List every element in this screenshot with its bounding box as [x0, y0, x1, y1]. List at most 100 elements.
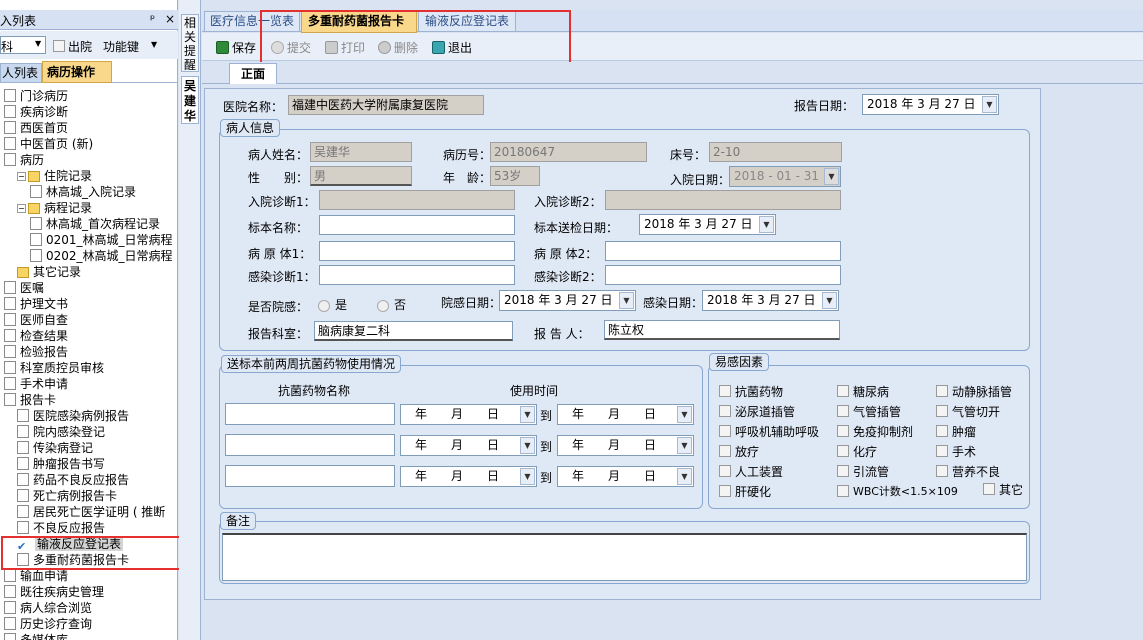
- tree-item[interactable]: 医嘱: [4, 280, 44, 296]
- risk-factor-checkbox[interactable]: [837, 405, 849, 417]
- tree-item[interactable]: 手术申请: [4, 376, 68, 392]
- specimen-field[interactable]: [319, 215, 515, 235]
- tree-item[interactable]: 不良反应报告: [17, 520, 105, 536]
- expander-icon[interactable]: −: [17, 172, 26, 181]
- tree-item[interactable]: 其它记录: [17, 264, 81, 280]
- hospital-infect-yes-radio[interactable]: 是: [318, 296, 347, 313]
- tab-record-ops[interactable]: 病历操作: [42, 61, 112, 83]
- risk-factor-checkbox[interactable]: [837, 465, 849, 477]
- tree-item[interactable]: − 病程记录: [17, 200, 92, 216]
- age-field[interactable]: 53岁: [490, 166, 540, 186]
- tree-item[interactable]: 林高城_入院记录: [30, 184, 136, 200]
- admit-date-picker[interactable]: 2018 - 01 - 31 ▼: [729, 166, 841, 187]
- tree-item[interactable]: 传染病登记: [17, 440, 93, 456]
- risk-factor-checkbox[interactable]: [837, 425, 849, 437]
- tree-item[interactable]: 0202_林高城_日常病程: [30, 248, 173, 264]
- bed-label: 床号：: [670, 148, 707, 162]
- close-icon[interactable]: ×: [165, 12, 175, 26]
- tree-item[interactable]: 林高城_首次病程记录: [30, 216, 160, 232]
- antibiotic-name-field[interactable]: [225, 403, 395, 425]
- usage-start-date-picker[interactable]: 年 月 日 ▼: [400, 466, 537, 487]
- tree-item[interactable]: − 住院记录: [17, 168, 92, 184]
- risk-factor-checkbox[interactable]: [837, 445, 849, 457]
- usage-end-date-picker[interactable]: 年 月 日 ▼: [557, 404, 694, 425]
- pathogen1-field[interactable]: [319, 241, 515, 261]
- tree-item[interactable]: 死亡病例报告卡: [17, 488, 117, 504]
- infect-diag1-field[interactable]: [319, 265, 515, 285]
- usage-end-date-picker[interactable]: 年 月 日 ▼: [557, 466, 694, 487]
- patient-name-field[interactable]: 吴建华: [310, 142, 412, 162]
- risk-factor-checkbox[interactable]: [719, 465, 731, 477]
- document-icon: [4, 329, 16, 342]
- hosp-infect-date-picker[interactable]: 2018 年 3 月 27 日 ▼: [499, 290, 636, 311]
- risk-factor-checkbox[interactable]: [936, 425, 948, 437]
- risk-factor-label: 肝硬化: [735, 485, 772, 499]
- reporter-field[interactable]: 陈立权: [604, 320, 840, 340]
- tree-item[interactable]: 输血申请: [4, 568, 68, 584]
- expander-icon[interactable]: −: [17, 204, 26, 213]
- tree-item[interactable]: 护理文书: [4, 296, 68, 312]
- side-tab-reminders[interactable]: 相关提醒: [181, 14, 199, 72]
- dept-field[interactable]: 脑病康复二科: [314, 321, 513, 341]
- risk-factor-checkbox[interactable]: [936, 405, 948, 417]
- save-button[interactable]: 保存: [216, 39, 256, 56]
- antibiotic-name-field[interactable]: [225, 465, 395, 487]
- report-date-picker[interactable]: 2018 年 3 月 27 日 ▼: [862, 94, 999, 115]
- record-no-field[interactable]: 20180647: [490, 142, 647, 162]
- chevron-down-icon: ▼: [677, 406, 692, 423]
- tree-item[interactable]: 检查结果: [4, 328, 68, 344]
- tree-item[interactable]: 医院感染病例报告: [17, 408, 129, 424]
- tree-item[interactable]: 报告卡: [4, 392, 56, 408]
- risk-factor-checkbox[interactable]: [719, 485, 731, 497]
- risk-factor-checkbox[interactable]: [837, 485, 849, 497]
- tree-item[interactable]: 居民死亡医学证明 ( 推断: [17, 504, 165, 520]
- tree-item[interactable]: 西医首页: [4, 120, 68, 136]
- tree-item[interactable]: 医师自查: [4, 312, 68, 328]
- risk-factor-checkbox[interactable]: [719, 405, 731, 417]
- tree-item[interactable]: 病历: [4, 152, 44, 168]
- risk-factor-checkbox[interactable]: [936, 465, 948, 477]
- tab-patient-list[interactable]: 人列表: [0, 63, 42, 83]
- bed-field[interactable]: 2-10: [709, 142, 842, 162]
- tree-item[interactable]: 疾病诊断: [4, 104, 68, 120]
- infect-date-picker[interactable]: 2018 年 3 月 27 日 ▼: [702, 290, 839, 311]
- admit-diag1-field[interactable]: [319, 190, 515, 210]
- usage-start-date-picker[interactable]: 年 月 日 ▼: [400, 435, 537, 456]
- risk-factor-checkbox[interactable]: [936, 385, 948, 397]
- tree-item[interactable]: 院内感染登记: [17, 424, 105, 440]
- hospital-infect-no-radio[interactable]: 否: [377, 296, 406, 313]
- tree-item[interactable]: 多媒体库: [4, 632, 68, 640]
- risk-factor-checkbox[interactable]: [936, 445, 948, 457]
- pin-icon[interactable]: ᵖ: [150, 12, 155, 26]
- tree-item[interactable]: 药品不良反应报告: [17, 472, 129, 488]
- tree-item[interactable]: 中医首页 (新): [4, 136, 93, 152]
- tree-item[interactable]: 病人综合浏览: [4, 600, 92, 616]
- side-tab-patient[interactable]: 吴建华: [181, 76, 199, 124]
- tree-item[interactable]: 既往疾病史管理: [4, 584, 104, 600]
- tab-front-page[interactable]: 正面: [229, 63, 277, 84]
- tree-item[interactable]: 检验报告: [4, 344, 68, 360]
- risk-factor-checkbox[interactable]: [719, 385, 731, 397]
- discharge-checkbox[interactable]: [53, 40, 65, 52]
- tree-item[interactable]: 肿瘤报告书写: [17, 456, 105, 472]
- sex-field[interactable]: 男: [310, 166, 412, 186]
- remarks-textarea[interactable]: [222, 533, 1027, 581]
- hospital-name-field[interactable]: 福建中医药大学附属康复医院: [288, 95, 484, 115]
- usage-end-date-picker[interactable]: 年 月 日 ▼: [557, 435, 694, 456]
- admit-diag2-field[interactable]: [605, 190, 841, 210]
- function-key-button[interactable]: 功能键: [103, 38, 139, 55]
- risk-factor-checkbox[interactable]: [983, 483, 995, 495]
- tree-item[interactable]: 0201_林高城_日常病程: [30, 232, 173, 248]
- tree-item[interactable]: 门诊病历: [4, 88, 68, 104]
- pathogen2-field[interactable]: [605, 241, 841, 261]
- antibiotic-name-field[interactable]: [225, 434, 395, 456]
- usage-start-date-picker[interactable]: 年 月 日 ▼: [400, 404, 537, 425]
- risk-factor-checkbox[interactable]: [837, 385, 849, 397]
- tree-item[interactable]: 科室质控员审核: [4, 360, 104, 376]
- infect-diag2-field[interactable]: [605, 265, 841, 285]
- risk-factor-checkbox[interactable]: [719, 445, 731, 457]
- dept-filter-select[interactable]: 科 ▼: [0, 36, 46, 54]
- send-date-picker[interactable]: 2018 年 3 月 27 日 ▼: [639, 214, 776, 235]
- tree-item[interactable]: 历史诊疗查询: [4, 616, 92, 632]
- risk-factor-checkbox[interactable]: [719, 425, 731, 437]
